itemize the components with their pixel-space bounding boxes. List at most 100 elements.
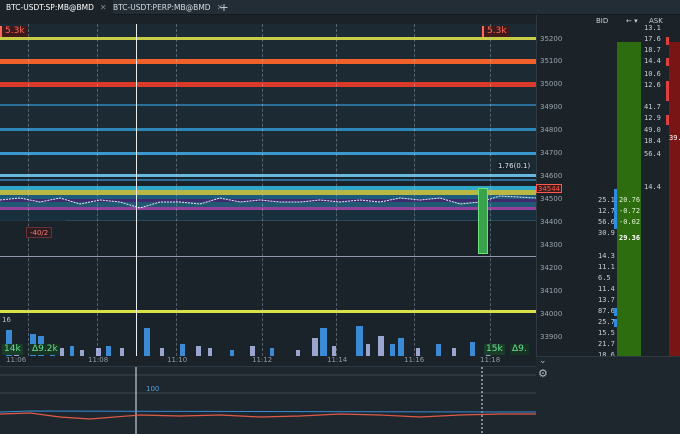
order-tag[interactable]: -40/2 bbox=[26, 227, 53, 238]
ask-volume-bar bbox=[666, 81, 669, 101]
ask-delta-column bbox=[669, 42, 680, 371]
liquidity-level bbox=[0, 128, 536, 131]
bid-volume-bar bbox=[614, 319, 617, 327]
grid-line bbox=[336, 24, 337, 356]
price-trace bbox=[0, 195, 536, 209]
heatmap-chart[interactable]: 5.3k 5.3k -40/2 bbox=[0, 24, 536, 356]
price-tick: 34900 bbox=[540, 103, 563, 111]
ask-size[interactable]: 18.7 bbox=[644, 46, 661, 54]
time-tick: 11:08 bbox=[88, 356, 109, 364]
crosshair-value: 1.76(0.1) bbox=[497, 162, 532, 170]
price-tick: 33900 bbox=[540, 333, 563, 341]
price-tick: 35100 bbox=[540, 57, 563, 65]
bid-size[interactable]: 87.6 bbox=[598, 307, 615, 315]
grid-line bbox=[262, 24, 263, 356]
volume-histogram bbox=[6, 326, 490, 356]
price-tick: 34700 bbox=[540, 149, 563, 157]
liquidity-level bbox=[0, 310, 536, 313]
time-tick: 11:14 bbox=[327, 356, 348, 364]
ask-size[interactable]: 14.4 bbox=[644, 57, 661, 65]
price-tick: 34300 bbox=[540, 241, 563, 249]
tab-btc-usdt-perp[interactable]: BTC-USDT:PERP:MB@BMD ✕ bbox=[107, 0, 229, 15]
time-tick: 11:18 bbox=[480, 356, 501, 364]
bid-delta: -0.72 bbox=[619, 207, 641, 215]
bid-size[interactable]: 30.9 bbox=[598, 229, 615, 237]
price-tick: 34400 bbox=[540, 218, 563, 226]
bid-size[interactable]: 21.7 bbox=[598, 340, 615, 348]
bid-size[interactable]: 25.1 bbox=[598, 196, 615, 204]
price-tick: 34200 bbox=[540, 264, 563, 272]
ask-size[interactable]: 56.4 bbox=[644, 150, 661, 158]
bid-header: BID bbox=[596, 17, 609, 25]
indicator-label: 100 bbox=[146, 385, 160, 393]
chevron-down-icon[interactable]: ⌄ bbox=[539, 356, 547, 366]
bid-volume-bar bbox=[614, 308, 617, 316]
bid-size[interactable]: 13.7 bbox=[598, 296, 615, 304]
ask-size[interactable]: 41.7 bbox=[644, 103, 661, 111]
ask-size[interactable]: 12.9 bbox=[644, 114, 661, 122]
grid-line bbox=[97, 24, 98, 356]
bid-delta: 29.36 bbox=[619, 234, 641, 242]
price-tick: 34100 bbox=[540, 287, 563, 295]
order-book[interactable]: BID ← ▾ ASK 13.1 17.6 18.7 14.4 10.6 12.… bbox=[562, 15, 680, 371]
volume-tag-right: 15k bbox=[484, 344, 505, 355]
ask-volume-bar bbox=[666, 37, 669, 45]
ask-size[interactable]: 17.6 bbox=[644, 35, 661, 43]
bid-size[interactable]: 11.4 bbox=[598, 285, 615, 293]
liquidity-level bbox=[0, 59, 536, 64]
price-tick: 35200 bbox=[540, 35, 563, 43]
ask-size[interactable]: 49.0 bbox=[644, 126, 661, 134]
grid-line bbox=[176, 24, 177, 356]
column-settings-icon[interactable]: ← ▾ bbox=[626, 17, 638, 28]
liquidity-level bbox=[0, 152, 536, 155]
ask-volume-bar bbox=[666, 115, 669, 125]
crosshair-vertical bbox=[136, 24, 137, 356]
bid-size[interactable]: 11.1 bbox=[598, 263, 615, 271]
liquidity-level bbox=[0, 82, 536, 87]
ask-size[interactable]: 10.6 bbox=[644, 70, 661, 78]
ask-size[interactable]: 18.4 bbox=[644, 137, 661, 145]
bid-size[interactable]: 15.5 bbox=[598, 329, 615, 337]
bid-delta: 20.76 bbox=[619, 196, 641, 204]
indicator-plot bbox=[0, 367, 537, 434]
volume-scale-label: 16 bbox=[2, 316, 11, 324]
delta-tag-left: Δ9.2k bbox=[30, 344, 60, 355]
close-icon[interactable]: ✕ bbox=[100, 3, 107, 12]
price-tick: 34500 bbox=[540, 195, 563, 203]
delta-tag-right: Δ9. bbox=[510, 344, 529, 355]
level-tag-left: 5.3k bbox=[0, 26, 28, 37]
time-tick: 11:16 bbox=[404, 356, 425, 364]
tab-bar: BTC-USDT:SP:MB@BMD ✕ BTC-USDT:PERP:MB@BM… bbox=[0, 0, 680, 15]
order-book-footer: ⌄ ⚙ bbox=[536, 356, 680, 434]
add-tab-button[interactable]: + bbox=[217, 0, 231, 15]
price-tick: 34800 bbox=[540, 126, 563, 134]
price-tick: 34000 bbox=[540, 310, 563, 318]
ask-marker: 39. bbox=[669, 134, 680, 142]
time-axis[interactable]: 11:06 11:08 11:10 11:12 11:14 11:16 11:1… bbox=[0, 356, 536, 366]
ask-volume-bar bbox=[666, 58, 669, 66]
bid-size[interactable]: 14.3 bbox=[598, 252, 615, 260]
time-tick: 11:10 bbox=[167, 356, 188, 364]
current-price-marker: 34544 bbox=[536, 184, 562, 193]
grid-line bbox=[414, 24, 415, 356]
ask-size[interactable]: 14.4 bbox=[644, 183, 661, 191]
gear-icon[interactable]: ⚙ bbox=[538, 367, 548, 380]
bid-size[interactable]: 6.5 bbox=[598, 274, 611, 282]
ask-size[interactable]: 12.6 bbox=[644, 81, 661, 89]
tab-label: BTC-USDT:PERP:MB@BMD bbox=[113, 3, 211, 12]
ask-size[interactable]: 13.1 bbox=[644, 24, 661, 32]
bid-volume-bar bbox=[614, 189, 617, 229]
liquidity-level bbox=[0, 104, 536, 106]
bid-size[interactable]: 25.7 bbox=[598, 318, 615, 326]
bid-size[interactable]: 12.7 bbox=[598, 207, 615, 215]
price-tick: 35000 bbox=[540, 80, 563, 88]
grid-line bbox=[28, 24, 29, 356]
level-tag-right: 5.3k bbox=[482, 26, 510, 37]
tab-btc-usdt-sp[interactable]: BTC-USDT:SP:MB@BMD ✕ bbox=[0, 0, 113, 15]
indicator-panel[interactable] bbox=[0, 366, 537, 434]
bid-delta: -0.02 bbox=[619, 218, 641, 226]
price-tick: 34600 bbox=[540, 172, 563, 180]
current-candle bbox=[478, 188, 488, 254]
grid-line bbox=[490, 24, 491, 356]
bid-size[interactable]: 56.6 bbox=[598, 218, 615, 226]
